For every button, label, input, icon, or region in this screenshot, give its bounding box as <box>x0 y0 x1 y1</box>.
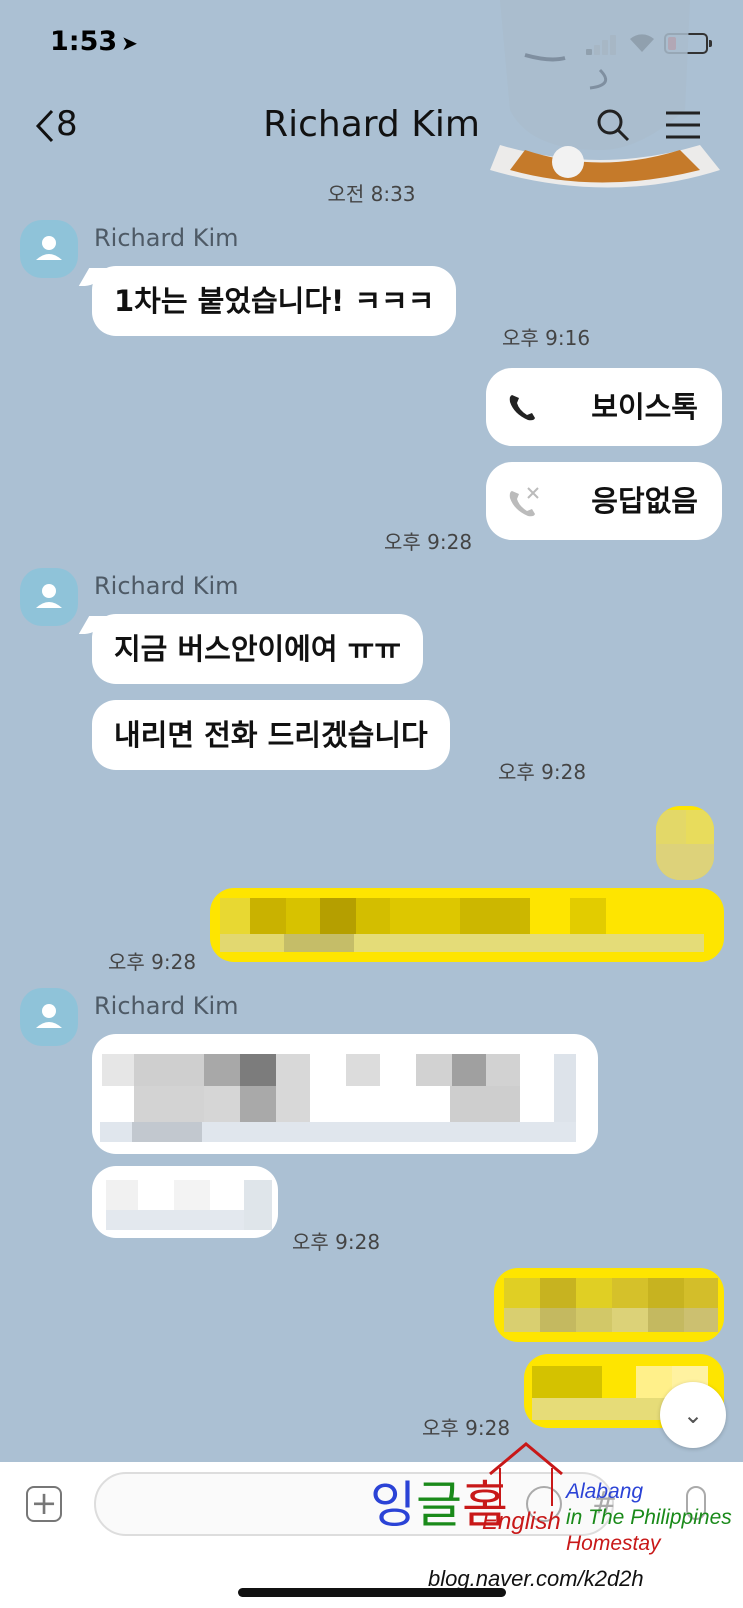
menu-icon[interactable] <box>664 110 702 144</box>
avatar[interactable] <box>20 220 78 278</box>
sender-name: Richard Kim <box>94 572 239 600</box>
person-icon <box>36 1004 62 1028</box>
missed-call-icon <box>509 487 539 517</box>
outgoing-message-bubble[interactable] <box>656 806 714 880</box>
message-time: 오후 9:28 <box>422 1416 511 1440</box>
sender-name: Richard Kim <box>94 224 239 252</box>
message-time: 오후 9:28 <box>292 1230 381 1254</box>
outgoing-message-bubble[interactable] <box>210 888 724 962</box>
incoming-message-bubble[interactable] <box>92 1166 278 1238</box>
watermark-english: English <box>482 1508 561 1535</box>
incoming-message-bubble[interactable]: 지금 버스안이에여 ㅠㅠ <box>92 614 423 684</box>
chevron-down-icon: ⌄ <box>682 1401 704 1429</box>
sender-name: Richard Kim <box>94 992 239 1020</box>
plus-icon[interactable]: + <box>26 1486 62 1522</box>
status-time: 1:53 ➤ <box>50 26 138 57</box>
message-time: 오전 8:33 <box>327 182 416 206</box>
outgoing-message-bubble[interactable] <box>494 1268 724 1342</box>
person-icon <box>36 584 62 608</box>
home-indicator <box>238 1588 506 1597</box>
character-sticker-decoration <box>470 0 740 195</box>
watermark-homestay: Homestay <box>566 1532 661 1555</box>
scroll-down-button[interactable]: ⌄ <box>660 1382 726 1448</box>
search-icon[interactable] <box>596 108 630 146</box>
message-time: 오후 9:28 <box>498 760 587 784</box>
watermark-alabang: Alabang <box>566 1480 644 1503</box>
location-arrow-icon: ➤ <box>121 31 138 55</box>
message-time: 오후 9:28 <box>384 530 473 554</box>
message-time: 오후 9:28 <box>108 950 197 974</box>
voice-talk-bubble[interactable]: 보이스톡 <box>486 368 722 446</box>
watermark-philippines: in The Philippines <box>566 1506 732 1529</box>
message-time: 오후 9:16 <box>502 326 591 350</box>
avatar[interactable] <box>20 568 78 626</box>
phone-icon <box>509 395 535 421</box>
person-icon <box>36 236 62 260</box>
voice-talk-label: 보이스톡 <box>591 390 698 424</box>
missed-call-bubble[interactable]: 응답없음 <box>486 462 722 540</box>
incoming-message-bubble[interactable]: 1차는 붙었습니다! ㅋㅋㅋ <box>92 266 457 336</box>
incoming-message-bubble[interactable] <box>92 1034 598 1154</box>
incoming-message-bubble[interactable]: 내리면 전화 드리겠습니다 <box>92 700 450 770</box>
avatar[interactable] <box>20 988 78 1046</box>
no-answer-label: 응답없음 <box>591 484 698 518</box>
chat-title: Richard Kim <box>263 104 480 145</box>
